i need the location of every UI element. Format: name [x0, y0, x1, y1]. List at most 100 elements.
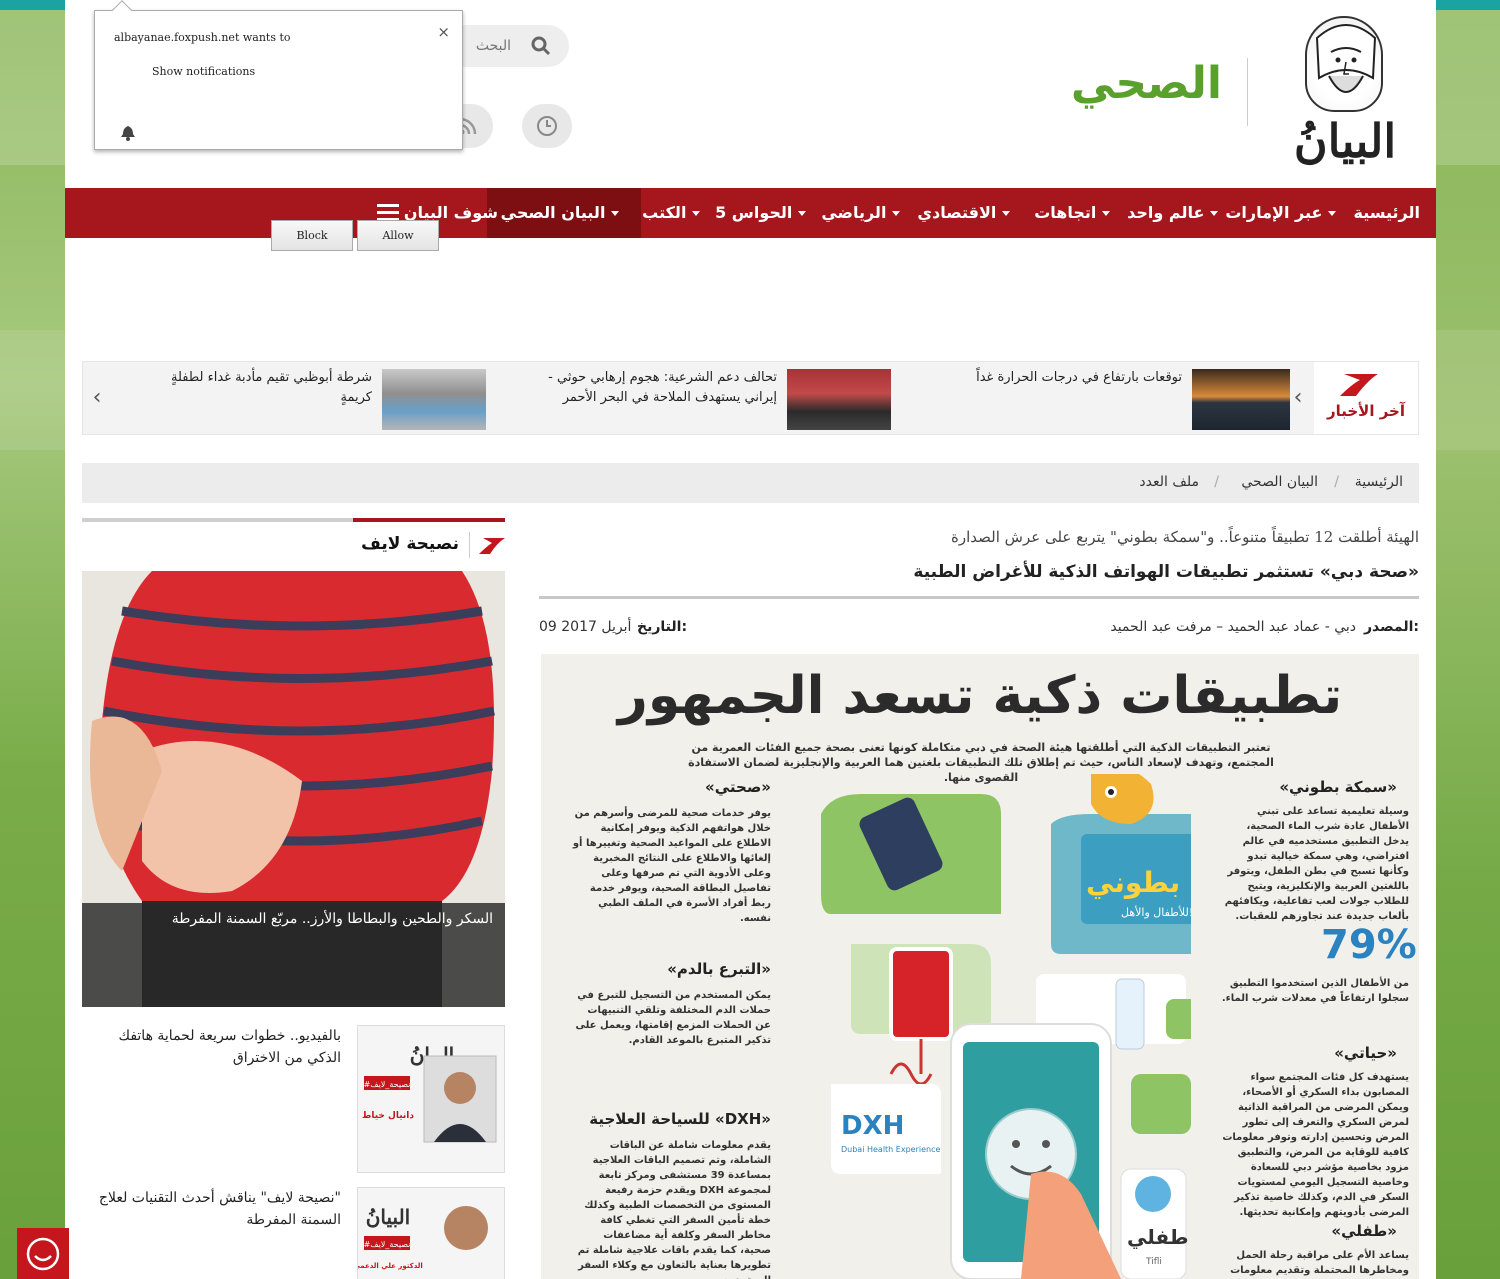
thumbnail-tag: #نصيحة_لايف [364, 1080, 411, 1089]
breadcrumb: الرئيسية / البيان الصحي / ملف العدد [82, 463, 1419, 503]
stat-value: 79% [1321, 922, 1417, 968]
ticker-headline[interactable]: تحالف دعم الشرعية: هجوم إرهابي حوثي - إي… [542, 368, 777, 408]
feature-caption: السكر والطحين والبطاطا والأرز.. مربّع ال… [171, 911, 493, 927]
nav-label: الرياضي [821, 203, 887, 222]
block-button[interactable]: Block [271, 220, 353, 251]
list-item-thumbnail: البيانُ #نصيحة_لايف الدكتور علي الدعمي [357, 1187, 505, 1279]
history-button[interactable] [522, 104, 572, 148]
nav-label: الكتب [642, 203, 687, 222]
chevron-down-icon [1102, 211, 1110, 216]
breadcrumb-section[interactable]: البيان الصحي [1241, 474, 1318, 490]
thumbnail-name: دانيال خياط [362, 1111, 414, 1121]
breadcrumb-current: ملف العدد [1139, 474, 1199, 490]
nav-item-sports[interactable]: الرياضي [821, 188, 908, 238]
notification-permission-popup: albayanae.foxpush.net wants to Show noti… [94, 0, 463, 150]
section-text: يقدم معلومات شاملة عن الباقات الشاملة، و… [577, 1140, 771, 1279]
sidebar-header: نصيحة لايف [82, 530, 505, 562]
clock-icon [537, 116, 557, 136]
sidebar-tab-bar [82, 518, 505, 522]
tifli-app-label: طفلي [1127, 1225, 1189, 1250]
ticker-thumbnail[interactable] [382, 369, 486, 430]
allow-button[interactable]: Allow [357, 220, 439, 251]
source-value: دبي - عماد عبد الحميد – مرفت عبد الحميد [1110, 619, 1356, 635]
breadcrumb-home[interactable]: الرئيسية [1355, 474, 1403, 490]
article-kicker: الهيئة أطلقت 12 تطبيقاً متنوعاً.. و"سمكة… [951, 528, 1419, 546]
thumbnail-name: الدكتور علي الدعمي [358, 1262, 423, 1270]
nav-item-health[interactable]: البيان الصحي [486, 188, 641, 238]
section-heading: «سمكة بطوني» [1279, 778, 1397, 796]
infographic-illustration: سمكة بطوني للأطفال والأهل! DXH D [791, 766, 1270, 1279]
thumbnail-tag: #نصيحة_لايف [364, 1240, 411, 1249]
nav-item-books[interactable]: الكتب [642, 188, 708, 238]
sidebar-list-item[interactable]: البيانُ #نصيحة_لايف دانيال خياط بالفيديو… [82, 1025, 505, 1173]
logo-portrait [1305, 16, 1383, 112]
section-heading: «طفلي» [1331, 1222, 1397, 1240]
article-infographic: تطبيقات ذكية تسعد الجمهور تعتبر التطبيقا… [541, 654, 1419, 1279]
list-item-thumbnail: البيانُ #نصيحة_لايف دانيال خياط [357, 1025, 505, 1173]
search-icon[interactable] [531, 36, 551, 56]
brand-mark-icon [479, 538, 505, 554]
ticker-headline[interactable]: شرطة أبوظبي تقيم مأدبة غداء لطفلةٍ كريمة… [142, 368, 372, 408]
nav-item-world[interactable]: عالم واحد [1127, 188, 1226, 238]
sidebar-list-item[interactable]: البيانُ #نصيحة_لايف الدكتور علي الدعمي "… [82, 1187, 505, 1279]
nav-label: 5 الحواس [715, 203, 793, 222]
feature-caption-overlay: السكر والطحين والبطاطا والأرز.. مربّع ال… [82, 903, 505, 1007]
chevron-down-icon [1210, 211, 1218, 216]
fish-app-label: سمكة بطوني [1086, 866, 1191, 899]
ticker-next-arrow[interactable]: ‹ [1288, 386, 1308, 410]
ticker-thumbnail[interactable] [787, 369, 891, 430]
list-item-title[interactable]: "نصيحة لايف" يناقش أحدث التقنيات لعلاج ا… [82, 1187, 341, 1231]
popup-subtext: Show notifications [152, 65, 256, 78]
ticker-headline[interactable]: توقعات بارتفاع في درجات الحرارة غداً [882, 368, 1182, 388]
section-text: وسيلة تعليمية تساعد على تبني الأطفال عاد… [1224, 806, 1409, 922]
ticker-thumbnail[interactable] [1192, 369, 1290, 430]
ticker-prev-arrow[interactable]: ‹ [87, 386, 107, 410]
sidebar-title: نصيحة لايف [361, 534, 459, 554]
chevron-down-icon [892, 211, 900, 216]
section-text: يمكن المستخدم من التسجيل للتبرع في حملات… [575, 990, 771, 1046]
chevron-down-icon [611, 211, 619, 216]
nav-item-five-senses[interactable]: 5 الحواس [715, 188, 814, 238]
background-left-panel [0, 0, 65, 1279]
chevron-down-icon [1002, 211, 1010, 216]
thumbnail-logo-text: البيانُ [366, 1205, 411, 1229]
nav-label: عالم واحد [1127, 203, 1205, 222]
nav-item-emirates[interactable]: عبر الإمارات [1225, 188, 1344, 238]
nav-label: البيان الصحي [500, 203, 606, 222]
nav-label: عبر الإمارات [1225, 203, 1323, 222]
list-item-title[interactable]: بالفيديو.. خطوات سريعة لحماية هاتفك الذك… [82, 1025, 341, 1069]
nav-item-home[interactable]: الرئيسية [1354, 188, 1421, 238]
nav-label: اتجاهات [1034, 203, 1097, 222]
background-top-strip-left [0, 0, 65, 10]
site-logo[interactable]: البيانُ [1281, 16, 1409, 168]
ticker-brand: آخر الأخبار [1314, 362, 1418, 434]
tifli-app-label-en: Tifli [1145, 1257, 1162, 1267]
infographic-title: تطبيقات ذكية تسعد الجمهور [617, 666, 1343, 726]
headline-divider [539, 596, 1419, 599]
close-icon[interactable]: × [437, 23, 450, 41]
nav-label: الاقتصادي [917, 203, 997, 222]
chat-smile-icon [26, 1237, 60, 1270]
chevron-down-icon [692, 211, 700, 216]
ticker-label: آخر الأخبار [1326, 402, 1406, 420]
nav-item-economy[interactable]: الاقتصادي [917, 188, 1018, 238]
background-top-strip-right [1436, 0, 1500, 10]
section-title: الصحي [1070, 58, 1222, 109]
date-value: 09 أبريل 2017 [539, 619, 632, 635]
breadcrumb-separator: / [1214, 474, 1219, 490]
nav-label: الرئيسية [1353, 203, 1421, 222]
latest-news-ticker: آخر الأخبار ‹ توقعات بارتفاع في درجات ال… [82, 361, 1419, 435]
section-text: يوفر خدمات صحية للمرضى وأسرهم من خلال هو… [572, 808, 771, 924]
stat-caption: من الأطفال الذين استخدموا التطبيق سجلوا … [1221, 978, 1409, 1004]
logo-wordmark: البيانُ [1293, 114, 1397, 168]
section-heading: «DXH» للسياحة العلاجية [589, 1110, 771, 1128]
nav-item-trends[interactable]: اتجاهات [1034, 188, 1118, 238]
article-headline: «صحة دبي» تستثمر تطبيقات الهواتف الذكية … [913, 562, 1419, 582]
dxh-app-label: DXH [841, 1111, 904, 1141]
sidebar-feature-card[interactable]: السكر والطحين والبطاطا والأرز.. مربّع ال… [82, 571, 505, 1007]
section-text: يساعد الأم على مراقبة رحلة الحمل ومخاطره… [1230, 1250, 1409, 1276]
section-heading: «حياتي» [1334, 1044, 1397, 1062]
chevron-down-icon [798, 211, 806, 216]
section-heading: «التبرع بالدم» [667, 960, 771, 978]
chat-widget-button[interactable] [17, 1228, 69, 1279]
